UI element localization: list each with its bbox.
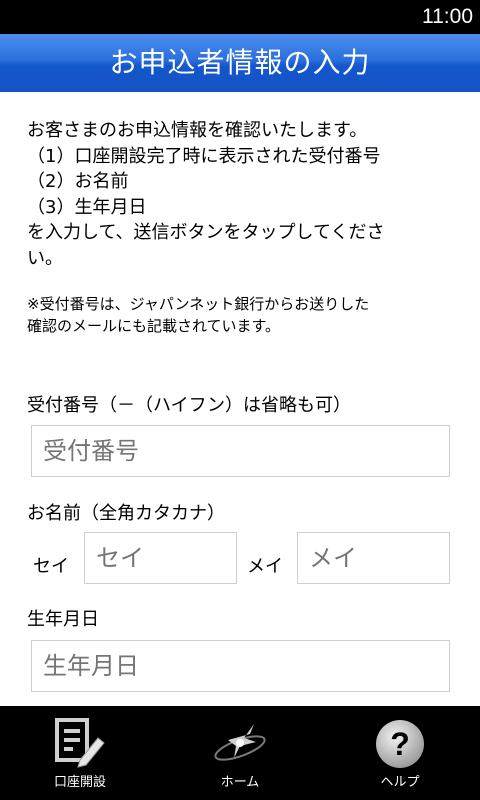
nav-item-home[interactable]: ホーム — [160, 706, 320, 800]
nav-label: 口座開設 — [53, 775, 106, 790]
nav-item-help[interactable]: ? ヘルプ — [320, 706, 480, 800]
home-icon — [210, 718, 270, 772]
mei-label: メイ — [247, 556, 283, 577]
sei-input[interactable] — [84, 532, 237, 584]
intro-line: を入力して、送信ボタンをタップしてくださ — [27, 222, 385, 243]
birthdate-label: 生年月日 — [27, 609, 99, 630]
intro-line: （3）生年月日 — [27, 196, 147, 218]
receipt-note: ※受付番号は、ジャパンネット銀行からお送りした 確認のメールにも記載されています… — [27, 293, 467, 337]
intro-line: （1）口座開設完了時に表示された受付番号 — [27, 145, 381, 167]
receipt-number-label: 受付番号（－（ハイフン）は省略も可） — [27, 395, 351, 416]
nav-label: ヘルプ — [380, 775, 420, 790]
nav-label: ホーム — [220, 775, 260, 790]
intro-line: （2）お名前 — [27, 171, 129, 192]
receipt-number-input[interactable] — [31, 425, 450, 477]
intro-text: お客さまのお申込情報を確認いたします。 （1）口座開設完了時に表示された受付番号… — [27, 118, 467, 271]
note-line: 確認のメールにも記載されています。 — [27, 317, 281, 335]
sei-label: セイ — [33, 556, 69, 577]
status-time: 11:00 — [422, 5, 473, 28]
document-edit-icon — [53, 718, 107, 772]
help-icon: ? — [374, 718, 426, 774]
name-label: お名前（全角カタカナ） — [27, 503, 225, 524]
svg-text:?: ? — [390, 726, 410, 762]
intro-section: お客さまのお申込情報を確認いたします。 （1）口座開設完了時に表示された受付番号… — [27, 118, 467, 337]
nav-item-account-opening[interactable]: 口座開設 — [0, 706, 160, 800]
title-bar: お申込者情報の入力 — [0, 34, 480, 92]
intro-line: お客さまのお申込情報を確認いたします。 — [27, 120, 368, 141]
page-title: お申込者情報の入力 — [109, 46, 371, 79]
status-bar: 11:00 — [0, 0, 480, 34]
intro-line: い。 — [27, 247, 63, 269]
mei-input[interactable] — [297, 532, 450, 584]
birthdate-input[interactable] — [31, 640, 450, 692]
bottom-nav: 口座開設 ホーム ? ヘルプ — [0, 706, 480, 800]
note-line: ※受付番号は、ジャパンネット銀行からお送りした — [27, 295, 370, 313]
